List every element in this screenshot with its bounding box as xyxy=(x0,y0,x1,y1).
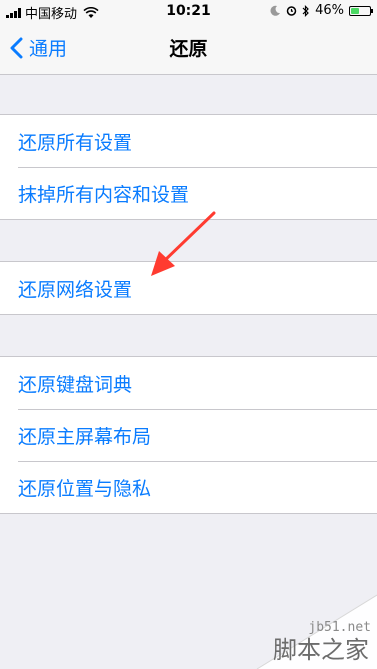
row-label: 抹掉所有内容和设置 xyxy=(18,183,190,206)
bluetooth-icon xyxy=(302,4,309,17)
settings-group-network: 还原网络设置 xyxy=(0,261,377,315)
status-right: 46% xyxy=(270,3,373,18)
navigation-bar: 通用 还原 xyxy=(0,22,377,75)
settings-group-other: 还原键盘词典 还原主屏幕布局 还原位置与隐私 xyxy=(0,356,377,514)
moon-icon xyxy=(270,5,281,16)
alarm-icon xyxy=(286,6,297,16)
watermark-text: 脚本之家 xyxy=(273,636,369,664)
annotation-arrow xyxy=(151,211,216,276)
row-label: 还原键盘词典 xyxy=(18,373,133,396)
watermark-page-curl xyxy=(256,594,377,669)
reset-network-settings-row[interactable]: 还原网络设置 xyxy=(0,262,377,314)
reset-location-privacy-row[interactable]: 还原位置与隐私 xyxy=(0,461,377,513)
row-label: 还原网络设置 xyxy=(18,278,133,301)
reset-all-settings-row[interactable]: 还原所有设置 xyxy=(0,115,377,167)
settings-group-reset: 还原所有设置 抹掉所有内容和设置 xyxy=(0,114,377,220)
status-bar: 中国移动 10:21 46% xyxy=(0,0,377,22)
reset-keyboard-dictionary-row[interactable]: 还原键盘词典 xyxy=(0,357,377,409)
battery-percent: 46% xyxy=(315,3,344,18)
row-label: 还原所有设置 xyxy=(18,131,133,154)
battery-fill xyxy=(351,7,360,14)
erase-all-content-row[interactable]: 抹掉所有内容和设置 xyxy=(0,167,377,219)
battery-icon xyxy=(349,5,373,16)
page-title: 还原 xyxy=(169,38,208,60)
reset-home-screen-layout-row[interactable]: 还原主屏幕布局 xyxy=(0,409,377,461)
watermark: jb51.net 脚本之家 xyxy=(217,589,377,669)
watermark-site: jb51.net xyxy=(308,620,371,635)
row-label: 还原位置与隐私 xyxy=(18,477,152,500)
row-label: 还原主屏幕布局 xyxy=(18,425,152,448)
